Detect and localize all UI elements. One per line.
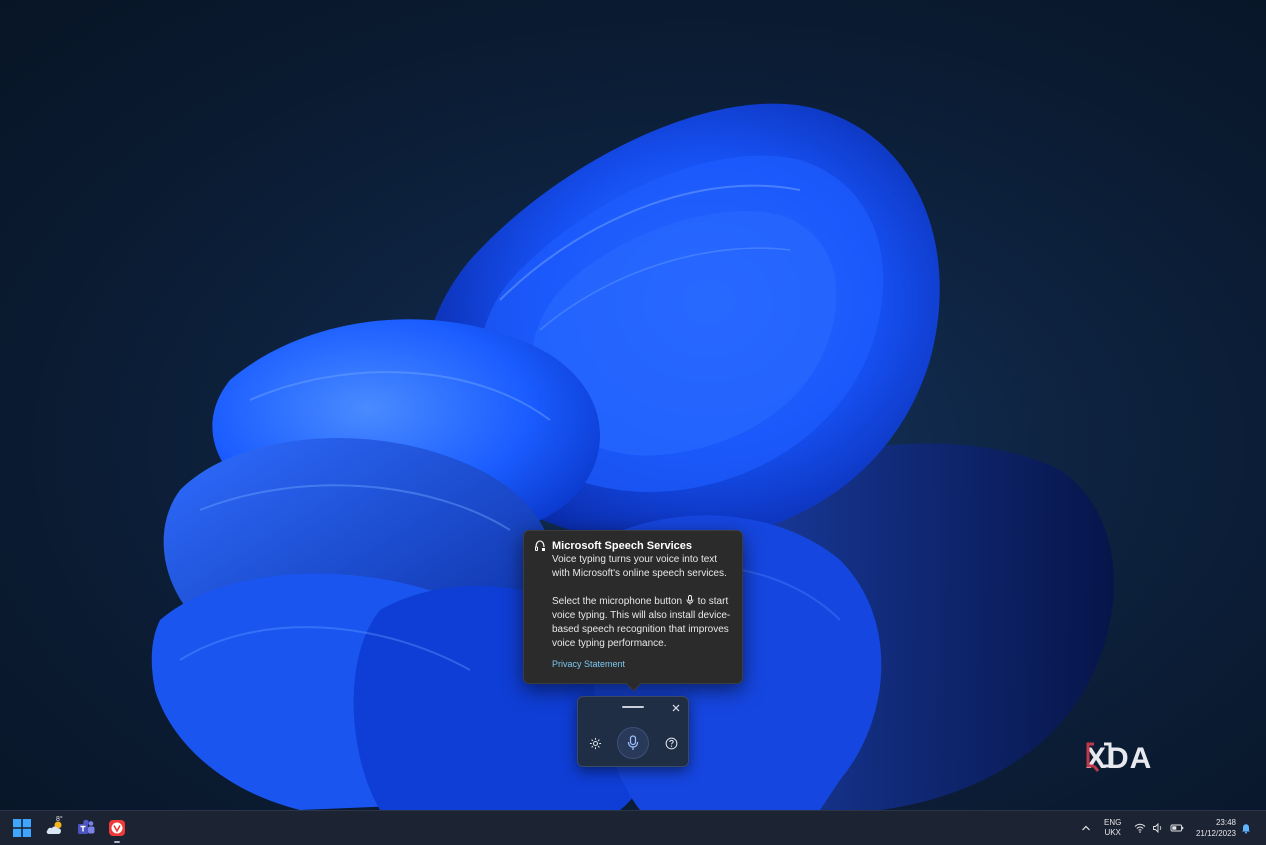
tooltip-title: Microsoft Speech Services [552,540,693,552]
gear-icon[interactable] [589,737,602,750]
windows-logo-icon [13,819,31,837]
clock-date: 21/12/2023 [1195,829,1236,838]
wifi-icon [1134,823,1146,833]
teams-app[interactable] [75,817,97,839]
xda-watermark: XDA [1086,742,1152,776]
microphone-button[interactable] [617,727,649,759]
teams-icon [78,819,95,834]
microphone-icon [627,735,639,750]
tooltip-paragraph-2: Select the microphone button to start vo… [552,595,732,651]
microphone-icon [686,595,694,605]
taskbar: 8° ENG UKX 23:48 21/12/2023 [0,810,1266,845]
clock[interactable]: 23:48 21/12/2023 [1188,817,1236,839]
headset-lock-icon [535,540,545,551]
keyboard-layout: UKX [1104,828,1121,837]
drag-handle[interactable] [622,706,644,708]
close-icon[interactable] [670,702,682,714]
battery-icon [1170,824,1184,832]
tooltip-paragraph-1: Voice typing turns your voice into text … [552,554,727,579]
voice-typing-panel [577,696,689,767]
vivaldi-icon [109,820,125,836]
chevron-up-icon[interactable] [1080,822,1092,834]
volume-icon [1153,822,1162,834]
notification-bell-icon[interactable] [1240,822,1252,834]
clock-time: 23:48 [1215,818,1236,827]
xda-logo-icon [1086,742,1112,772]
help-icon[interactable] [665,737,678,750]
language-code: ENG [1104,818,1122,827]
vivaldi-browser[interactable] [106,817,128,839]
privacy-statement-link[interactable]: Privacy Statement [552,659,732,669]
start-button[interactable] [11,817,33,839]
running-app-indicator [114,841,120,843]
language-indicator[interactable]: ENG UKX [1104,818,1121,838]
system-tray-status[interactable] [1134,822,1184,834]
weather-temperature: 8° [56,816,63,823]
tooltip-paragraph-2-start: Select the microphone button [552,596,683,607]
speech-services-tooltip: Microsoft Speech Services Voice typing t… [523,530,743,692]
